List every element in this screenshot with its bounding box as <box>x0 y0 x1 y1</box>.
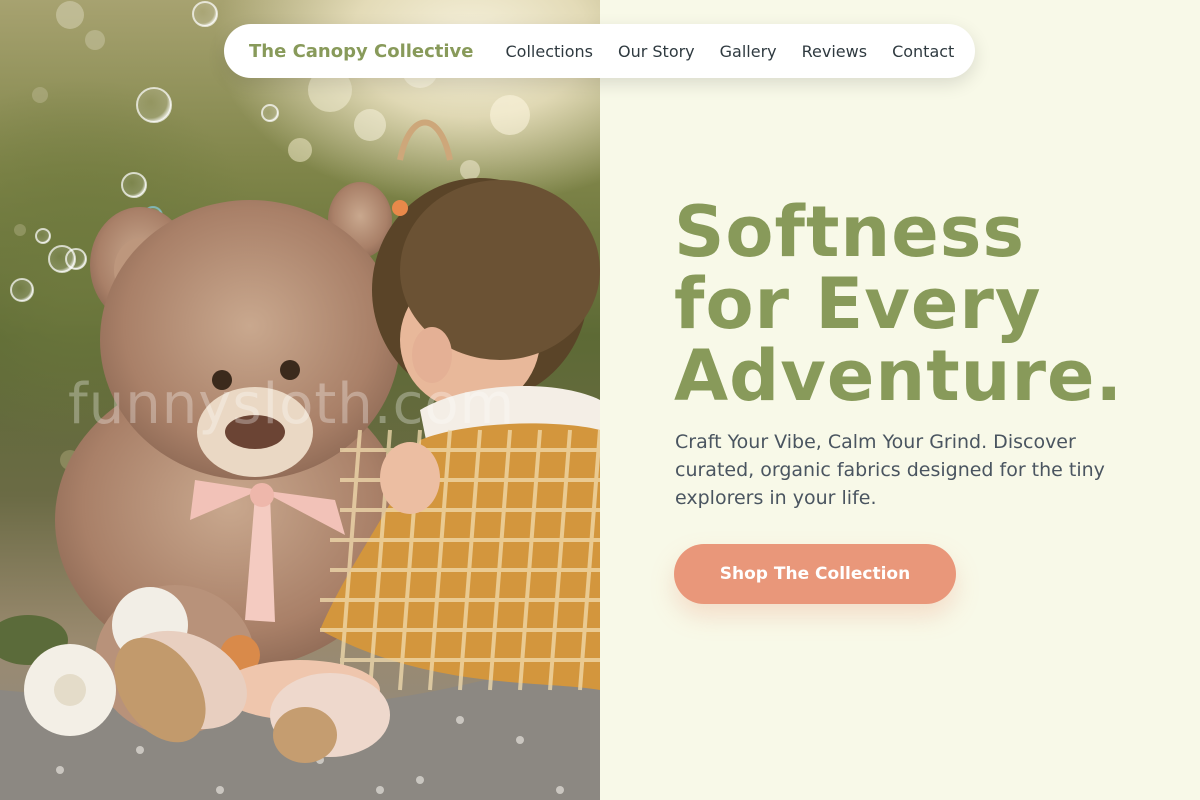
headline-line-2: for Every <box>674 263 1042 345</box>
hero-photo: funnysloth.com <box>0 0 600 800</box>
hero-headline: Softness for Every Adventure. <box>674 196 1174 412</box>
nav-link-reviews[interactable]: Reviews <box>802 42 867 61</box>
shop-collection-button[interactable]: Shop The Collection <box>674 544 956 604</box>
hero-section: Softness for Every Adventure. Craft Your… <box>600 0 1200 800</box>
nav-link-collections[interactable]: Collections <box>506 42 593 61</box>
headline-line-1: Softness <box>674 191 1026 273</box>
nav-link-our-story[interactable]: Our Story <box>618 42 695 61</box>
nav-links: Collections Our Story Gallery Reviews Co… <box>506 42 955 61</box>
watermark-text: funnysloth.com <box>68 372 516 437</box>
brand-logo-link[interactable]: The Canopy Collective <box>249 41 474 62</box>
top-navigation: The Canopy Collective Collections Our St… <box>224 24 975 78</box>
hero-subtext: Craft Your Vibe, Calm Your Grind. Discov… <box>675 431 1105 509</box>
nav-link-contact[interactable]: Contact <box>892 42 954 61</box>
headline-line-3: Adventure. <box>674 335 1124 417</box>
nav-link-gallery[interactable]: Gallery <box>720 42 777 61</box>
